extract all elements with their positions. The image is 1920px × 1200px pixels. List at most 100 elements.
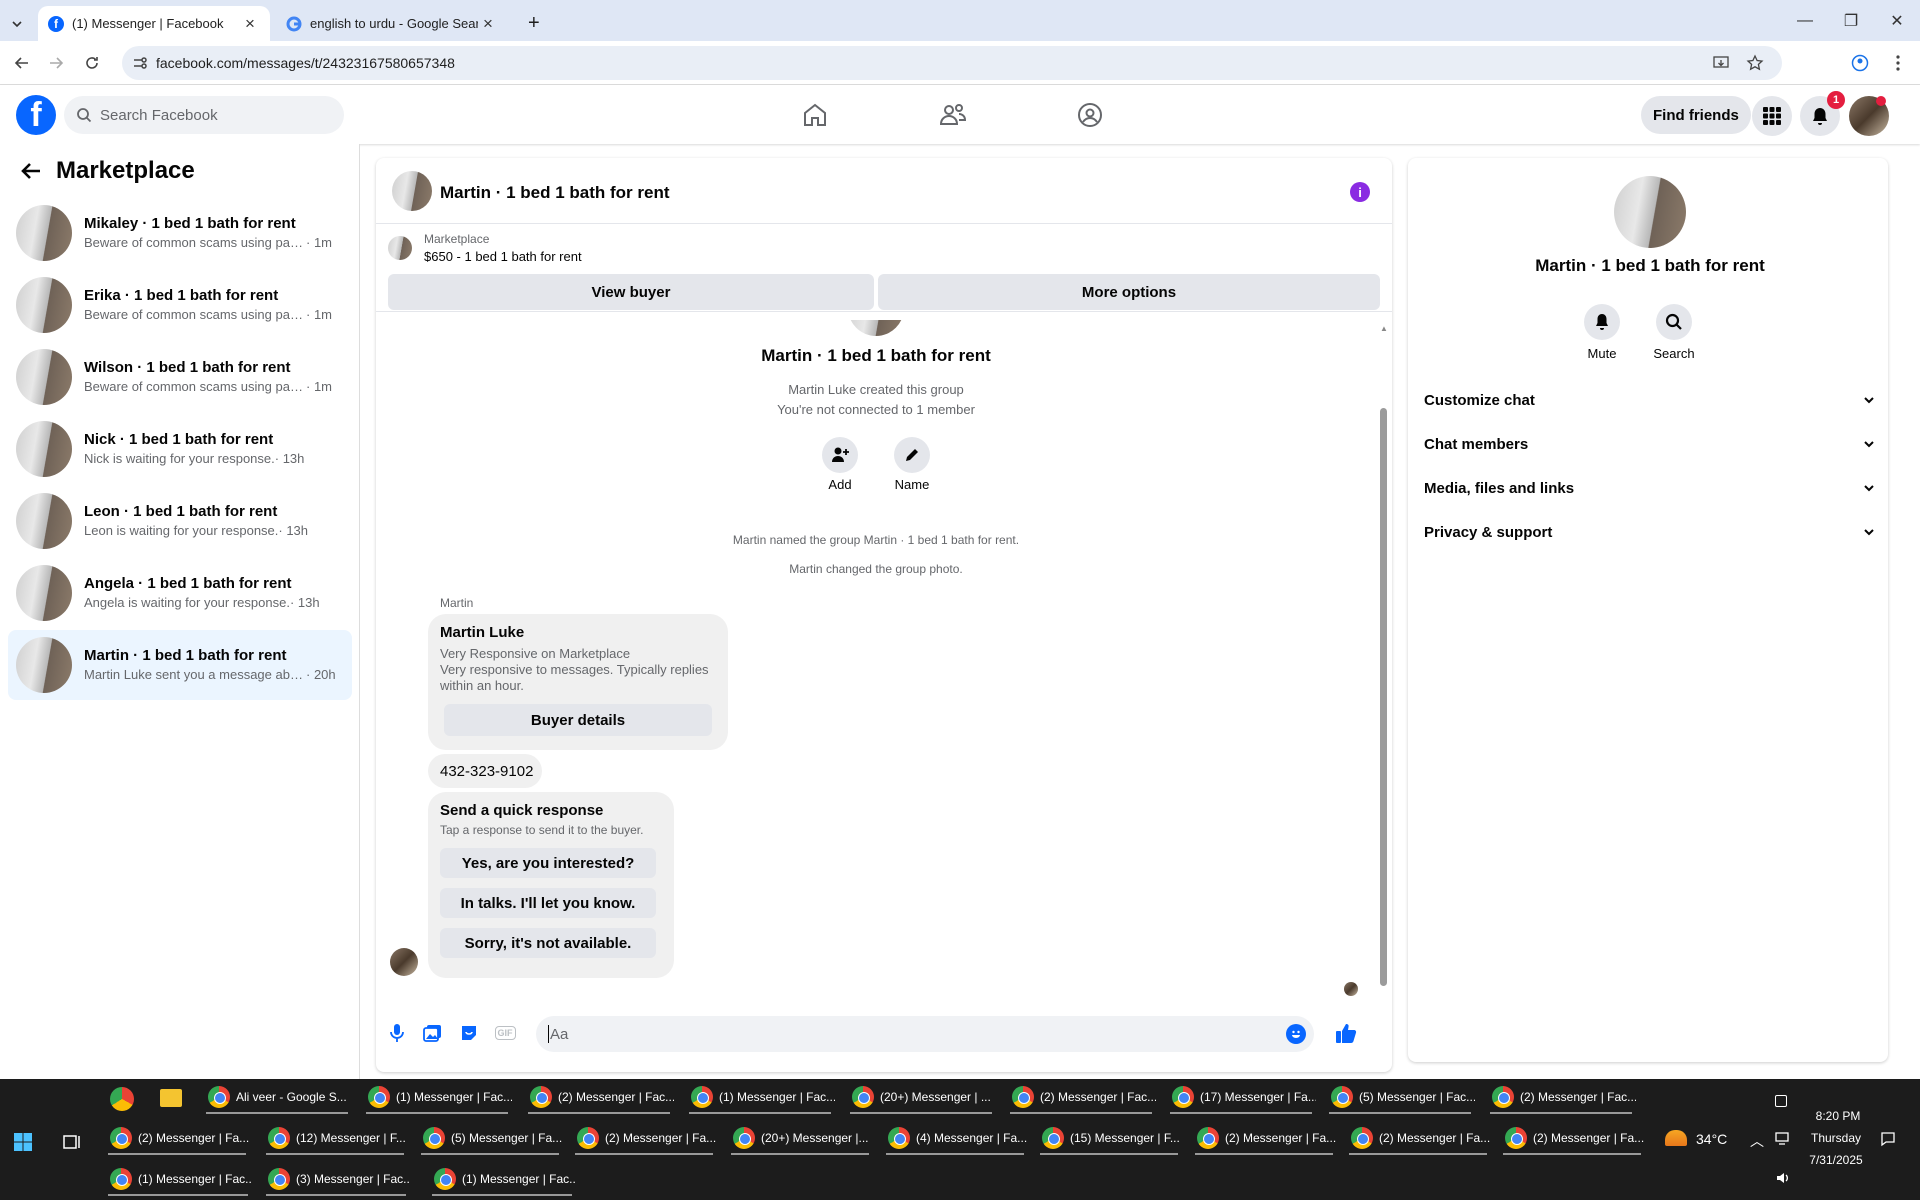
weather-temp[interactable]: 34°C (1696, 1131, 1727, 1147)
search-input[interactable]: Search Facebook (64, 96, 344, 134)
forward-icon[interactable] (42, 49, 70, 77)
close-tab-icon[interactable]: × (478, 14, 498, 34)
listing-thumbnail[interactable] (388, 236, 412, 260)
mute-button[interactable]: Mute (1572, 304, 1632, 361)
taskbar-window-button[interactable]: (2) Messenger | Fac... (1006, 1079, 1156, 1115)
section-chat-members[interactable]: Chat members (1424, 424, 1876, 464)
menu-grid-icon[interactable] (1752, 96, 1792, 136)
conversation-item[interactable]: Martin · 1 bed 1 bath for rent Martin Luk… (8, 630, 352, 700)
search-in-chat-button[interactable]: Search (1644, 304, 1704, 361)
more-options-button[interactable]: More options (878, 274, 1380, 310)
taskbar-window-button[interactable]: (2) Messenger | Fa... (571, 1120, 717, 1156)
notifications-bell-icon[interactable]: 1 (1800, 91, 1845, 136)
taskbar-window-button[interactable]: (1) Messenger | Fac... (428, 1161, 576, 1197)
thumbs-up-icon[interactable] (1330, 1020, 1362, 1046)
bookmark-star-icon[interactable] (1746, 54, 1764, 72)
photo-icon[interactable] (420, 1020, 446, 1046)
conversation-item[interactable]: Nick · 1 bed 1 bath for rent Nick is wait… (8, 414, 352, 484)
chrome-pinned-icon[interactable] (110, 1087, 134, 1111)
taskbar-window-button[interactable]: (20+) Messenger | ... (846, 1079, 996, 1115)
conversation-item[interactable]: Wilson · 1 bed 1 bath for rent Beware of … (8, 342, 352, 412)
taskbar-window-button[interactable]: (2) Messenger | Fa... (1345, 1120, 1491, 1156)
tab-messenger[interactable]: f (1) Messenger | Facebook × (38, 6, 270, 41)
conversation-item[interactable]: Erika · 1 bed 1 bath for rent Beware of c… (8, 270, 352, 340)
tray-chevron-up-icon[interactable]: ︿ (1750, 1131, 1764, 1151)
taskbar-window-button[interactable]: (2) Messenger | Fa... (1191, 1120, 1337, 1156)
conversation-item[interactable]: Leon · 1 bed 1 bath for rent Leon is wait… (8, 486, 352, 556)
add-member-button[interactable] (822, 437, 858, 473)
volume-icon[interactable] (1775, 1171, 1791, 1185)
buyer-details-button[interactable]: Buyer details (444, 704, 712, 736)
facebook-logo[interactable]: f (16, 95, 56, 135)
taskbar-window-button[interactable]: Ali veer - Google S... (202, 1079, 352, 1115)
taskbar-window-button[interactable]: (1) Messenger | Fac... (685, 1079, 835, 1115)
quick-response-option[interactable]: Sorry, it's not available. (440, 928, 656, 958)
taskbar-window-button[interactable]: (12) Messenger | F... (262, 1120, 408, 1156)
taskbar-window-button[interactable]: (15) Messenger | F... (1036, 1120, 1182, 1156)
group-photo-large[interactable] (1614, 176, 1686, 248)
message-thread[interactable]: Martin · 1 bed 1 bath for rent Martin Lu… (376, 320, 1392, 996)
section-privacy-support[interactable]: Privacy & support (1424, 512, 1876, 552)
rename-button[interactable] (894, 437, 930, 473)
chat-title[interactable]: Martin · 1 bed 1 bath for rent (440, 183, 670, 203)
task-view-icon[interactable] (62, 1133, 82, 1151)
chat-avatar[interactable] (392, 171, 432, 211)
quick-response-option[interactable]: Yes, are you interested? (440, 848, 656, 878)
site-info-icon[interactable] (132, 55, 148, 71)
clock-day[interactable]: Thursday (1804, 1131, 1868, 1145)
taskbar-window-button[interactable]: (17) Messenger | Fa... (1166, 1079, 1316, 1115)
section-customize-chat[interactable]: Customize chat (1424, 380, 1876, 420)
taskbar-window-button[interactable]: (2) Messenger | Fac... (524, 1079, 674, 1115)
network-icon[interactable] (1775, 1131, 1791, 1145)
taskbar-window-button[interactable]: (2) Messenger | Fa... (1499, 1120, 1645, 1156)
clock-time[interactable]: 8:20 PM (1808, 1109, 1868, 1123)
restore-icon[interactable]: ❐ (1828, 0, 1874, 41)
microphone-icon[interactable] (384, 1020, 410, 1046)
back-arrow-icon[interactable] (20, 162, 42, 180)
close-tab-icon[interactable]: × (240, 14, 260, 34)
taskbar-window-button[interactable]: (2) Messenger | Fa... (104, 1120, 250, 1156)
meet-now-icon[interactable] (1775, 1095, 1787, 1107)
taskbar-window-button[interactable]: (2) Messenger | Fac... (1486, 1079, 1636, 1115)
url-field[interactable]: facebook.com/messages/t/2432316758065734… (122, 46, 1782, 80)
groups-nav-icon[interactable] (1062, 85, 1118, 144)
conversation-item[interactable]: Angela · 1 bed 1 bath for rent Angela is … (8, 558, 352, 628)
taskbar-window-button[interactable]: (4) Messenger | Fa... (882, 1120, 1028, 1156)
taskbar-window-button[interactable]: (1) Messenger | Fac... (362, 1079, 512, 1115)
home-nav-icon[interactable] (787, 85, 843, 144)
file-explorer-icon[interactable] (160, 1089, 182, 1107)
reload-icon[interactable] (78, 49, 106, 77)
menu-dots-icon[interactable] (1884, 49, 1912, 77)
minimize-icon[interactable]: — (1782, 0, 1828, 41)
profile-icon[interactable] (1846, 49, 1874, 77)
clock-date[interactable]: 7/31/2025 (1804, 1153, 1868, 1167)
gif-icon[interactable]: GIF (492, 1020, 518, 1046)
back-icon[interactable] (8, 49, 36, 77)
install-app-icon[interactable] (1712, 54, 1730, 72)
find-friends-button[interactable]: Find friends (1641, 96, 1751, 134)
sticker-icon[interactable] (456, 1020, 482, 1046)
taskbar-window-button[interactable]: (3) Messenger | Fac... (262, 1161, 410, 1197)
scroll-up-icon[interactable]: ▲ (1380, 324, 1388, 333)
view-buyer-button[interactable]: View buyer (388, 274, 874, 310)
close-window-icon[interactable]: ✕ (1874, 0, 1920, 41)
sender-avatar[interactable] (390, 948, 418, 976)
new-tab-button[interactable]: + (518, 6, 548, 41)
scrollbar-thumb[interactable] (1380, 408, 1387, 986)
listing-title[interactable]: $650 - 1 bed 1 bath for rent (424, 249, 582, 264)
taskbar-window-button[interactable]: (1) Messenger | Fac... (104, 1161, 252, 1197)
message-input[interactable]: Aa (536, 1016, 1314, 1052)
scrollbar[interactable]: ▲ (1378, 320, 1388, 996)
tab-google-search[interactable]: english to urdu - Google Search × (276, 6, 508, 41)
info-icon[interactable]: i (1350, 182, 1370, 202)
taskbar-window-button[interactable]: (5) Messenger | Fa... (417, 1120, 563, 1156)
notification-center-icon[interactable] (1880, 1131, 1896, 1147)
emoji-icon[interactable] (1286, 1024, 1306, 1044)
taskbar-window-button[interactable]: (5) Messenger | Fac... (1325, 1079, 1475, 1115)
tab-list-button[interactable] (0, 6, 34, 41)
conversation-item[interactable]: Mikaley · 1 bed 1 bath for rent Beware of… (8, 198, 352, 268)
section-media-files[interactable]: Media, files and links (1424, 468, 1876, 508)
weather-icon[interactable] (1665, 1130, 1687, 1146)
taskbar-window-button[interactable]: (20+) Messenger |... (727, 1120, 873, 1156)
friends-nav-icon[interactable] (925, 85, 981, 144)
